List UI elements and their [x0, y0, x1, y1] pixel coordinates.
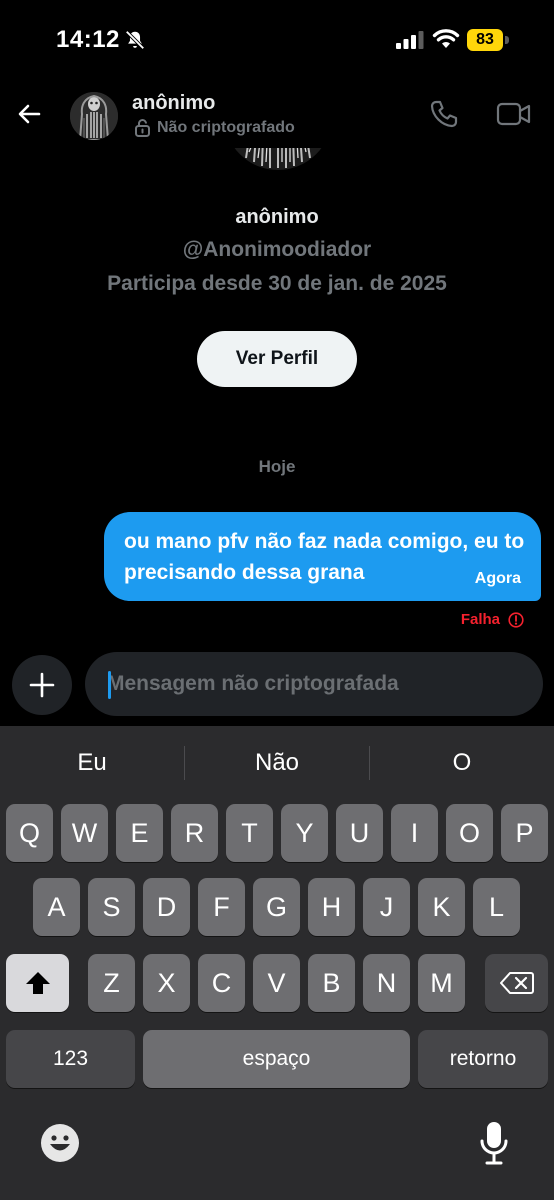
key-j[interactable]: J: [363, 878, 410, 936]
suggestion-2[interactable]: Não: [185, 726, 369, 800]
key-v[interactable]: V: [253, 954, 300, 1012]
message-status-text: Falha: [460, 611, 500, 628]
date-separator: Hoje: [258, 457, 296, 476]
status-time: 14:12: [56, 26, 120, 53]
key-t[interactable]: T: [226, 804, 273, 862]
add-attachment-button[interactable]: [12, 655, 72, 715]
suggestion-3[interactable]: O: [370, 726, 554, 800]
emoji-icon[interactable]: [40, 1123, 80, 1163]
message-bubble[interactable]: ou mano pfv não faz nada comigo, eu to p…: [104, 512, 541, 601]
lock-open-icon: [135, 119, 150, 137]
key-x[interactable]: X: [143, 954, 190, 1012]
key-q[interactable]: Q: [6, 804, 53, 862]
encryption-status-text: Não criptografado: [157, 118, 295, 136]
key-l[interactable]: L: [473, 878, 520, 936]
key-p[interactable]: P: [501, 804, 548, 862]
video-call-icon[interactable]: [496, 98, 532, 130]
encryption-status: Não criptografado: [134, 118, 295, 137]
numbers-key[interactable]: 123: [6, 1030, 135, 1088]
key-s[interactable]: S: [88, 878, 135, 936]
backspace-key[interactable]: [485, 954, 548, 1012]
key-f[interactable]: F: [198, 878, 245, 936]
key-d[interactable]: D: [143, 878, 190, 936]
key-u[interactable]: U: [336, 804, 383, 862]
battery-indicator: 83: [467, 29, 509, 51]
key-r[interactable]: R: [171, 804, 218, 862]
view-profile-button[interactable]: Ver Perfil: [197, 331, 357, 387]
key-h[interactable]: H: [308, 878, 355, 936]
key-y[interactable]: Y: [281, 804, 328, 862]
plus-icon: [29, 672, 55, 698]
microphone-icon[interactable]: [478, 1120, 510, 1166]
battery-level: 83: [476, 31, 494, 48]
space-key[interactable]: espaço: [143, 1030, 410, 1088]
back-arrow-icon[interactable]: [12, 96, 48, 132]
key-n[interactable]: N: [363, 954, 410, 1012]
message-composer[interactable]: [85, 652, 543, 716]
message-text: ou mano pfv não faz nada comigo, eu to p…: [124, 530, 525, 584]
suggestion-1[interactable]: Eu: [0, 726, 184, 800]
key-a[interactable]: A: [33, 878, 80, 936]
key-e[interactable]: E: [116, 804, 163, 862]
chat-header: anônimo Não criptografado: [0, 84, 554, 148]
header-contact-name[interactable]: anônimo: [132, 92, 215, 115]
message-timestamp: Agora: [474, 570, 521, 587]
key-i[interactable]: I: [391, 804, 438, 862]
profile-handle: @Anonimoodiador: [182, 238, 372, 261]
message-input[interactable]: [107, 664, 527, 704]
profile-joined-date: Participa desde 30 de jan. de 2025: [107, 272, 447, 295]
avatar[interactable]: [70, 92, 118, 140]
key-w[interactable]: W: [61, 804, 108, 862]
error-info-icon: [508, 611, 524, 628]
message-status[interactable]: Falha: [461, 611, 524, 628]
return-key[interactable]: retorno: [418, 1030, 548, 1088]
battery-tip: [505, 36, 509, 44]
key-m[interactable]: M: [418, 954, 465, 1012]
text-caret: [108, 671, 111, 699]
cellular-signal-icon: [396, 31, 424, 49]
key-o[interactable]: O: [446, 804, 493, 862]
key-b[interactable]: B: [308, 954, 355, 1012]
shift-icon: [25, 972, 50, 994]
shift-key[interactable]: [6, 954, 69, 1012]
key-k[interactable]: K: [418, 878, 465, 936]
wifi-icon: [432, 29, 460, 48]
key-c[interactable]: C: [198, 954, 245, 1012]
phone-call-icon[interactable]: [428, 98, 460, 130]
keyboard: Eu Não O Q W E R T Y U I O P A S D F G H…: [0, 726, 554, 1200]
status-bar: 14:12 83: [0, 0, 554, 84]
key-g[interactable]: G: [253, 878, 300, 936]
key-z[interactable]: Z: [88, 954, 135, 1012]
backspace-icon: [499, 972, 534, 994]
bell-off-icon: [125, 30, 145, 50]
profile-name: anônimo: [235, 206, 319, 228]
